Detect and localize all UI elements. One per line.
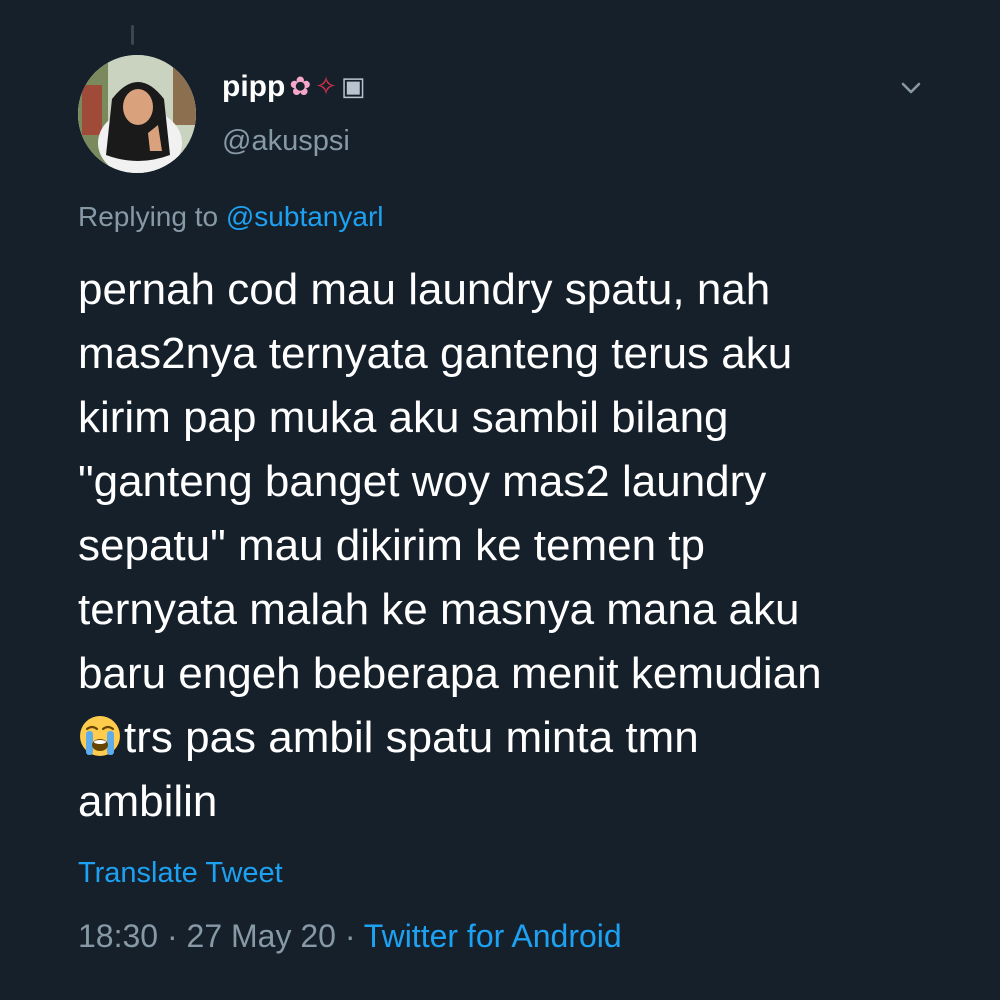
- reply-mention-link[interactable]: @subtanyarl: [226, 201, 384, 232]
- avatar-photo: [78, 55, 196, 173]
- tweet-line-with-emoji: trs pas ambil spatu minta tmn: [78, 706, 978, 770]
- tweet-meta: 18:30 · 27 May 20 · Twitter for Android: [78, 918, 622, 955]
- display-name-text: pipp: [222, 70, 286, 103]
- name-emoji-group: ✿ ✧ ▣: [289, 72, 365, 102]
- tweet-line: kirim pap muka aku sambil bilang: [78, 393, 729, 442]
- tweet-time: 18:30: [78, 918, 159, 954]
- loudly-crying-face-icon: [80, 716, 120, 756]
- user-handle[interactable]: @akuspsi: [222, 125, 350, 158]
- thread-connector-line: [131, 25, 134, 45]
- tweet-line: pernah cod mau laundry spatu, nah: [78, 265, 771, 314]
- tweet-line: mas2nya ternyata ganteng terus aku: [78, 329, 793, 378]
- translate-tweet-link[interactable]: Translate Tweet: [78, 857, 283, 890]
- tweet-line: ambilin: [78, 777, 218, 826]
- meta-separator: ·: [166, 918, 178, 954]
- candy-icon: ✧: [315, 72, 337, 102]
- replying-to-line: Replying to @subtanyarl: [78, 201, 383, 233]
- display-name[interactable]: pipp ✿ ✧ ▣: [222, 70, 365, 104]
- tweet-line: sepatu" mau dikirim ke temen tp: [78, 521, 705, 570]
- avatar[interactable]: [78, 55, 196, 173]
- meta-separator: ·: [344, 918, 356, 954]
- tweet-line-text: trs pas ambil spatu minta tmn: [124, 713, 699, 762]
- chevron-down-icon[interactable]: [896, 76, 926, 100]
- camera-flash-icon: ▣: [340, 72, 366, 102]
- tweet-line: "ganteng banget woy mas2 laundry: [78, 457, 767, 506]
- tweet-text: pernah cod mau laundry spatu, nah mas2ny…: [78, 258, 978, 834]
- tweet-line: baru engeh beberapa menit kemudian: [78, 649, 822, 698]
- replying-to-label: Replying to: [78, 201, 219, 232]
- cherry-blossom-icon: ✿: [289, 72, 312, 102]
- tweet-source-link[interactable]: Twitter for Android: [364, 918, 622, 954]
- tweet-line: ternyata malah ke masnya mana aku: [78, 585, 800, 634]
- tweet-date: 27 May 20: [186, 918, 336, 954]
